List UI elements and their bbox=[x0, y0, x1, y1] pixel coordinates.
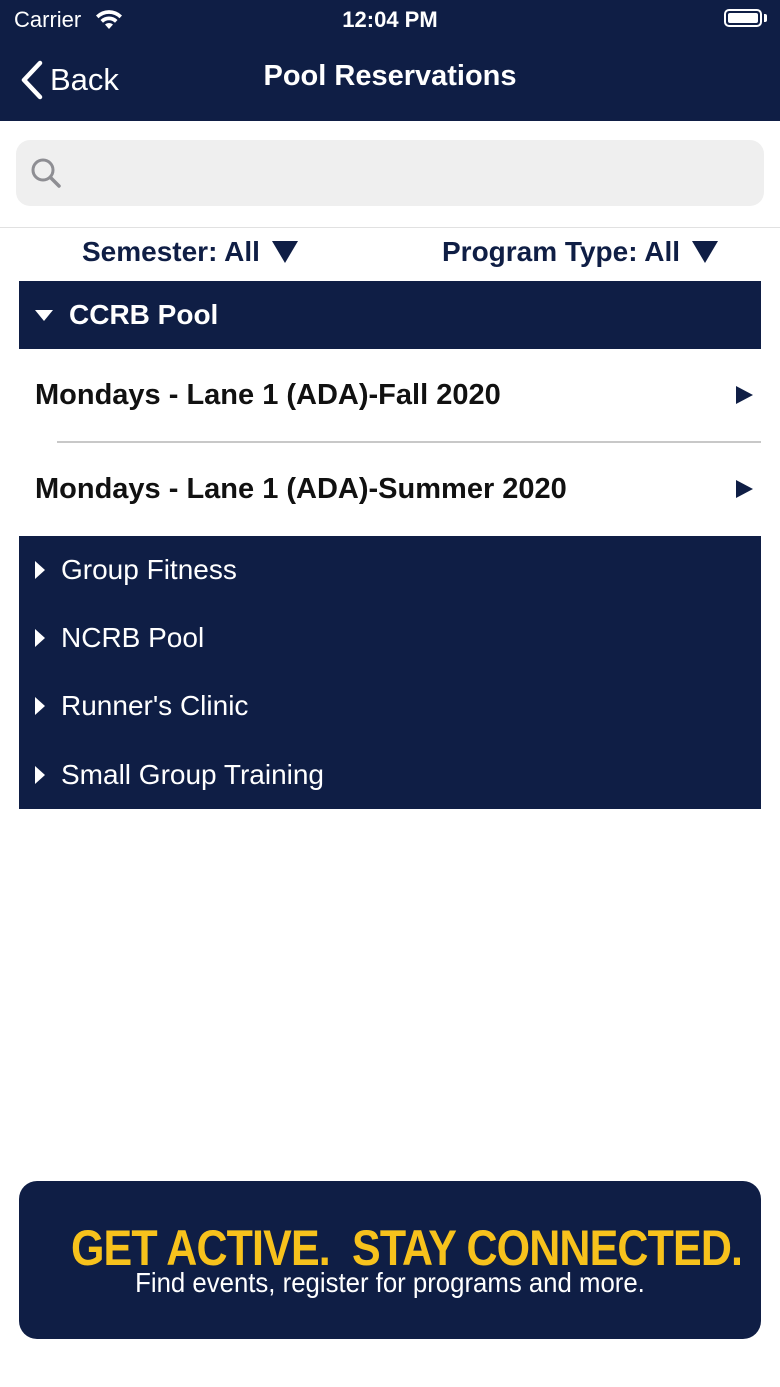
battery-icon bbox=[724, 9, 762, 27]
caret-right-icon bbox=[35, 766, 45, 784]
section-header-label: Runner's Clinic bbox=[61, 690, 249, 721]
dropdown-triangle-icon bbox=[271, 241, 298, 263]
back-label: Back bbox=[50, 62, 119, 97]
section-header-label: Small Group Training bbox=[61, 759, 325, 790]
navigation-bar: Carrier 12:04 PM Back Pool Reservations bbox=[0, 0, 780, 121]
collapsed-sections: Group Fitness NCRB Pool Runner's Clinic … bbox=[19, 536, 761, 809]
chevron-left-icon bbox=[21, 60, 43, 100]
section-header-ccrb-pool[interactable]: CCRB Pool bbox=[19, 281, 761, 349]
search-area bbox=[0, 121, 780, 228]
search-field[interactable] bbox=[16, 140, 764, 206]
section-header-group-fitness[interactable]: Group Fitness bbox=[19, 536, 761, 604]
program-type-filter-label: Program Type: All bbox=[442, 236, 681, 267]
caret-right-icon bbox=[35, 697, 45, 715]
caret-right-icon bbox=[35, 561, 45, 579]
list-item[interactable]: Mondays - Lane 1 (ADA)-Summer 2020 bbox=[19, 443, 761, 535]
section-header-small-group-training[interactable]: Small Group Training bbox=[19, 741, 761, 809]
list-item-label: Mondays - Lane 1 (ADA)-Fall 2020 bbox=[35, 378, 501, 411]
section-header-label: Group Fitness bbox=[61, 554, 237, 585]
semester-filter[interactable]: Semester: All bbox=[82, 236, 298, 268]
banner-subline: Find events, register for programs and m… bbox=[135, 1267, 645, 1298]
search-icon bbox=[31, 158, 61, 188]
section-header-runners-clinic[interactable]: Runner's Clinic bbox=[19, 672, 761, 740]
caret-down-icon bbox=[35, 309, 53, 321]
battery-tip bbox=[764, 14, 767, 22]
list-item-label: Mondays - Lane 1 (ADA)-Summer 2020 bbox=[35, 472, 567, 505]
search-input[interactable] bbox=[72, 142, 764, 204]
semester-filter-label: Semester: All bbox=[82, 236, 260, 267]
disclosure-arrow-icon bbox=[736, 386, 753, 404]
section-header-ncrb-pool[interactable]: NCRB Pool bbox=[19, 604, 761, 672]
clock: 12:04 PM bbox=[342, 7, 438, 32]
section-header-label: NCRB Pool bbox=[61, 622, 205, 653]
list-item[interactable]: Mondays - Lane 1 (ADA)-Fall 2020 bbox=[19, 349, 761, 441]
caret-right-icon bbox=[35, 629, 45, 647]
disclosure-arrow-icon bbox=[736, 480, 753, 498]
program-type-filter[interactable]: Program Type: All bbox=[442, 236, 719, 268]
dropdown-triangle-icon bbox=[692, 241, 719, 263]
back-button[interactable]: Back bbox=[20, 58, 119, 102]
section-header-label: CCRB Pool bbox=[69, 299, 219, 330]
promo-banner[interactable]: GET ACTIVE. STAY CONNECTED. Find events,… bbox=[19, 1181, 761, 1339]
